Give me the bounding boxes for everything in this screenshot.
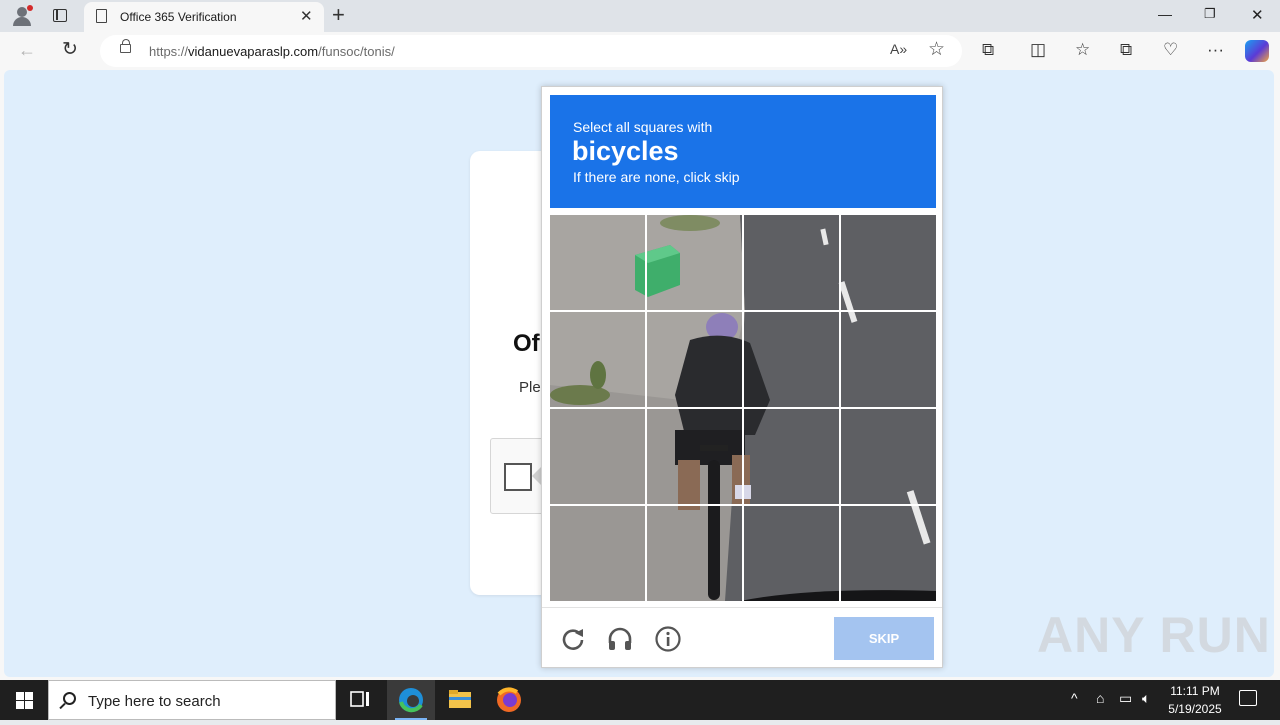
minimize-icon[interactable]: — — [1158, 6, 1172, 22]
info-icon[interactable] — [654, 625, 682, 653]
browser-titlebar: Office 365 Verification ✕ + — ❐ ✕ — [0, 0, 1280, 32]
address-bar[interactable]: https://vidanuevaparaslp.com/funsoc/toni… — [100, 35, 962, 67]
captcha-tile[interactable] — [647, 506, 742, 601]
extensions-icon[interactable]: ⧉ — [982, 40, 994, 60]
file-explorer-icon[interactable] — [436, 680, 484, 720]
taskbar: Type here to search ^ ⌂ ▭ 🔈︎ 11:11 PM 5/… — [0, 680, 1280, 720]
audio-challenge-icon[interactable] — [606, 625, 634, 653]
clock-date: 5/19/2025 — [1168, 702, 1222, 716]
copilot-icon[interactable] — [1245, 40, 1269, 62]
search-icon — [63, 692, 76, 705]
captcha-tile[interactable] — [647, 312, 742, 407]
firefox-icon[interactable] — [485, 680, 533, 720]
skip-button[interactable]: SKIP — [834, 617, 934, 660]
captcha-checkbox[interactable] — [504, 463, 532, 491]
captcha-footer-divider — [542, 607, 942, 608]
captcha-instruction: Select all squares with — [573, 119, 713, 135]
favorite-star-icon[interactable]: ☆ — [928, 38, 945, 61]
restore-icon[interactable]: ❐ — [1204, 6, 1216, 22]
favorites-icon[interactable]: ☆ — [1075, 40, 1090, 60]
read-aloud-icon[interactable]: A» — [890, 41, 907, 57]
refresh-icon[interactable] — [559, 625, 587, 653]
captcha-tile[interactable] — [744, 215, 839, 310]
tab-actions-icon[interactable] — [53, 9, 67, 22]
captcha-tile[interactable] — [550, 409, 645, 504]
notification-icon[interactable] — [1239, 690, 1257, 706]
captcha-header: Select all squares with bicycles If ther… — [550, 95, 936, 208]
network-icon[interactable]: ▭ — [1119, 690, 1132, 707]
captcha-tile[interactable] — [550, 312, 645, 407]
meet-now-icon[interactable]: ⌂ — [1096, 690, 1104, 706]
reload-icon[interactable]: ↻ — [62, 38, 78, 61]
captcha-image-grid — [550, 215, 936, 601]
page-icon — [96, 9, 107, 23]
split-screen-icon[interactable]: ◫ — [1030, 40, 1046, 60]
captcha-tile[interactable] — [550, 215, 645, 310]
back-icon[interactable]: ← — [18, 40, 36, 61]
browser-essentials-icon[interactable]: ♡ — [1163, 40, 1178, 60]
tray-overflow-icon[interactable]: ^ — [1071, 690, 1078, 706]
captcha-tile[interactable] — [744, 312, 839, 407]
verification-title: Of — [513, 330, 540, 357]
captcha-hint: If there are none, click skip — [573, 169, 740, 185]
verification-subtitle: Ple — [519, 379, 541, 396]
close-window-icon[interactable]: ✕ — [1251, 6, 1264, 24]
task-view-icon[interactable] — [336, 680, 384, 720]
edge-taskbar-icon[interactable] — [387, 680, 435, 720]
more-menu-icon[interactable]: ··· — [1207, 40, 1224, 60]
captcha-tile[interactable] — [841, 312, 936, 407]
captcha-tile[interactable] — [550, 506, 645, 601]
captcha-challenge: Select all squares with bicycles If ther… — [541, 86, 943, 668]
captcha-tile[interactable] — [744, 409, 839, 504]
volume-icon[interactable]: 🔈︎ — [1142, 690, 1150, 707]
tab-title: Office 365 Verification — [120, 10, 237, 24]
clock-time: 11:11 PM — [1170, 684, 1220, 698]
windows-start-icon[interactable] — [16, 692, 33, 709]
collections-icon[interactable]: ⧉ — [1120, 40, 1132, 60]
clock[interactable]: 11:11 PM 5/19/2025 — [1158, 682, 1232, 718]
close-tab-icon[interactable]: ✕ — [300, 7, 313, 25]
captcha-tile[interactable] — [744, 506, 839, 601]
captcha-tile[interactable] — [841, 215, 936, 310]
url-text: https://vidanuevaparaslp.com/funsoc/toni… — [149, 44, 395, 59]
captcha-target: bicycles — [572, 136, 679, 166]
new-tab-icon[interactable]: + — [332, 4, 345, 26]
browser-tab[interactable]: Office 365 Verification ✕ — [84, 2, 324, 32]
watermark-logo: ANY RUN — [1037, 607, 1271, 663]
captcha-tile[interactable] — [841, 409, 936, 504]
lock-icon[interactable] — [120, 39, 131, 53]
profile-icon[interactable] — [10, 5, 34, 27]
taskbar-search[interactable]: Type here to search — [48, 680, 336, 720]
search-placeholder: Type here to search — [88, 693, 221, 710]
captcha-tile[interactable] — [647, 215, 742, 310]
captcha-tile[interactable] — [841, 506, 936, 601]
captcha-tile[interactable] — [647, 409, 742, 504]
